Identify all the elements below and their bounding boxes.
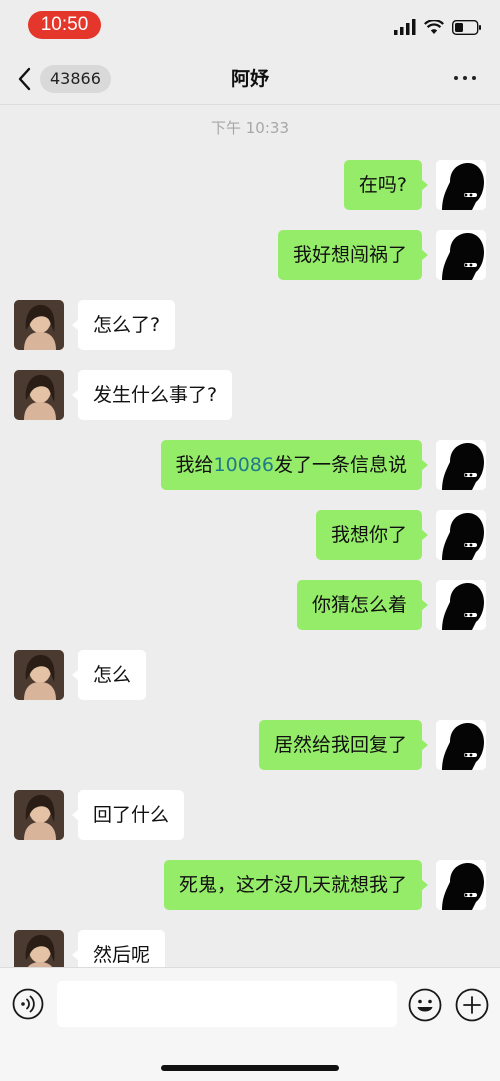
outgoing-bubble[interactable]: 你猜怎么着 [296,580,429,630]
status-bar: 10:50 [0,0,500,54]
message-text: 我给 [175,454,214,476]
self-avatar[interactable] [436,160,486,210]
self-avatar[interactable] [436,230,486,280]
contact-avatar[interactable] [14,300,64,350]
message-row-incoming: 怎么了? [0,300,500,352]
incoming-bubble[interactable]: 怎么 [71,650,147,700]
contact-avatar[interactable] [14,370,64,420]
message-input[interactable] [57,981,397,1027]
self-avatar[interactable] [436,440,486,490]
unread-count-badge[interactable]: 43866 [40,65,111,93]
message-row-outgoing: 我好想闯祸了 [0,230,500,282]
back-chevron-icon[interactable] [14,66,38,92]
self-avatar[interactable] [436,510,486,560]
status-time: 10:50 [28,11,101,39]
self-avatar[interactable] [436,860,486,910]
outgoing-bubble[interactable]: 我给10086发了一条信息说 [160,440,429,490]
incoming-bubble[interactable]: 回了什么 [71,790,185,840]
status-icons [394,18,482,36]
battery-icon [452,19,481,35]
plus-icon[interactable] [455,988,489,1022]
message-row-outgoing: 居然给我回复了 [0,720,500,772]
message-row-outgoing: 你猜怎么着 [0,580,500,632]
incoming-bubble[interactable]: 发生什么事了? [71,370,233,420]
message-row-incoming: 然后呢 [0,930,500,967]
self-avatar[interactable] [436,580,486,630]
contact-avatar[interactable] [14,790,64,840]
message-row-outgoing: 死鬼，这才没几天就想我了 [0,860,500,912]
message-row-outgoing: 我想你了 [0,510,500,562]
phone-number-link[interactable]: 10086 [214,454,274,476]
message-row-outgoing: 我给10086发了一条信息说 [0,440,500,492]
self-avatar[interactable] [436,720,486,770]
outgoing-bubble[interactable]: 居然给我回复了 [258,720,429,770]
message-row-incoming: 怎么 [0,650,500,702]
outgoing-bubble[interactable]: 在吗? [343,160,429,210]
message-row-outgoing: 在吗? [0,160,500,212]
more-dots-icon[interactable] [454,76,476,80]
message-list[interactable]: 下午 10:33 在吗? 我好想闯祸了 怎么了? 发生什么事了? 我给10086… [0,105,500,967]
signal-icon [394,19,416,35]
home-indicator[interactable] [161,1065,339,1071]
contact-avatar[interactable] [14,930,64,967]
incoming-bubble[interactable]: 然后呢 [71,930,166,967]
incoming-bubble[interactable]: 怎么了? [71,300,176,350]
wifi-icon [424,19,444,34]
message-row-incoming: 回了什么 [0,790,500,842]
emoji-icon[interactable] [408,988,442,1022]
nav-bar: 43866 阿妤 [0,54,500,104]
message-row-incoming: 发生什么事了? [0,370,500,422]
input-bar [0,967,500,1081]
outgoing-bubble[interactable]: 我好想闯祸了 [277,230,429,280]
voice-icon[interactable] [12,988,44,1020]
chat-title: 阿妤 [230,68,269,90]
outgoing-bubble[interactable]: 死鬼，这才没几天就想我了 [163,860,429,910]
contact-avatar[interactable] [14,650,64,700]
message-timestamp: 下午 10:33 [211,119,289,137]
outgoing-bubble[interactable]: 我想你了 [315,510,429,560]
message-text: 发了一条信息说 [273,454,407,476]
